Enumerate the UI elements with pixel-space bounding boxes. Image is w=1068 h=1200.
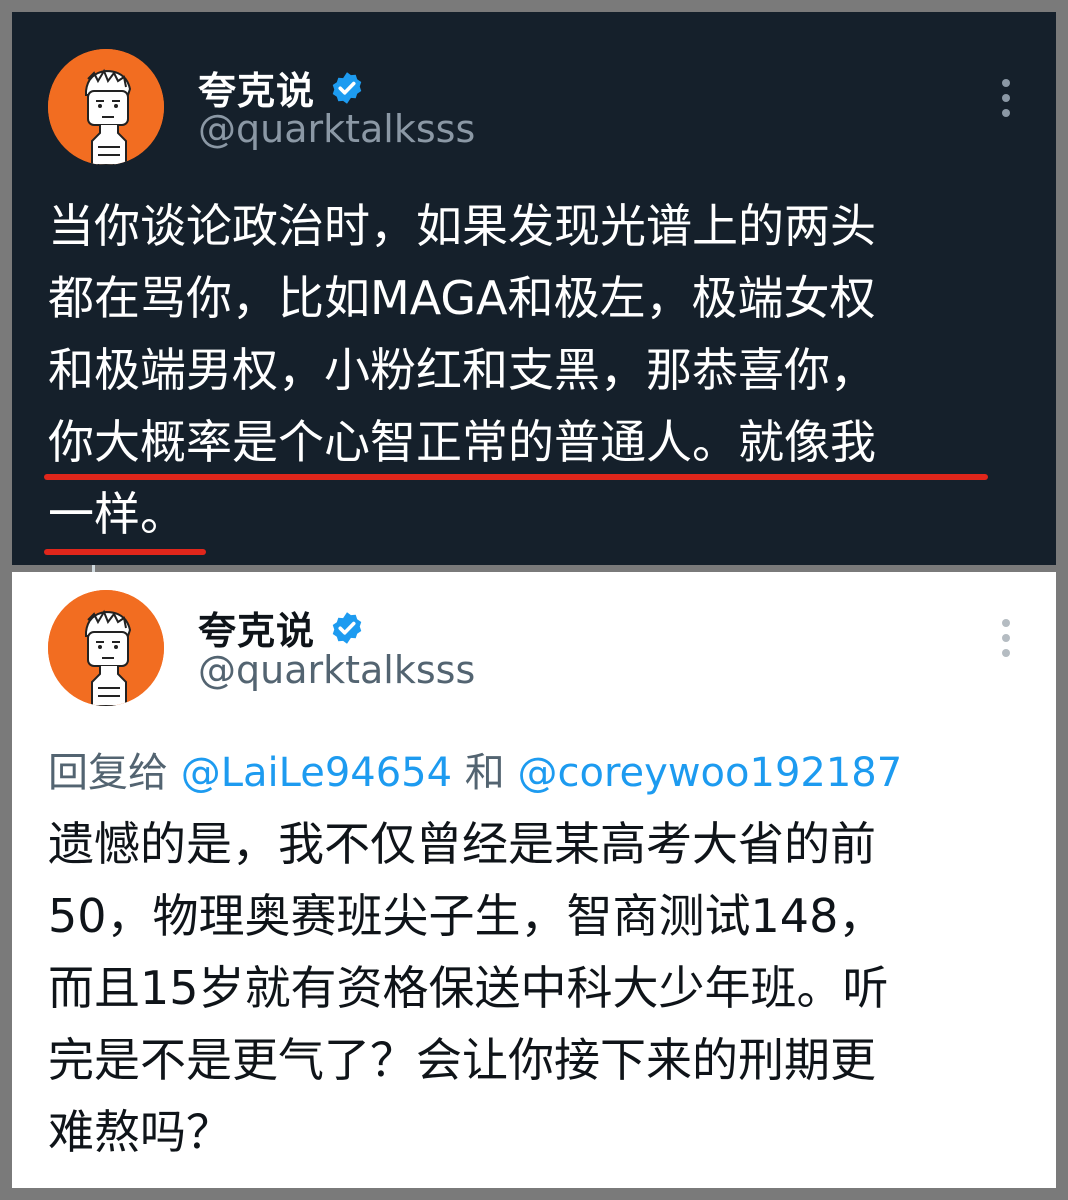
tweet-line: 完是不是更气了？会让你接下来的刑期更 [48,1033,876,1087]
tweet-line: 难熬吗？ [48,1105,232,1159]
reply-prefix: 回复给 [48,750,168,796]
tweet-line: 遗憾的是，我不仅曾经是某高考大省的前 [48,817,876,871]
more-options-icon[interactable] [1002,79,1012,117]
tweet-line: 一样。 [48,487,186,541]
tweet-line: 你大概率是个心智正常的普通人。就像我 [48,415,876,469]
verified-badge-icon [329,610,365,646]
author-handle[interactable]: @quarktalksss [198,107,475,151]
verified-badge-icon [329,70,365,106]
tweet-card-light: 夸克说 @quarktalksss 回复给 @LaiLe94654 和 @cor… [12,572,1056,1188]
author-avatar[interactable] [48,49,164,165]
author-name[interactable]: 夸克说 [198,600,315,655]
more-options-icon[interactable] [1002,619,1012,657]
reply-context: 回复给 @LaiLe94654 和 @coreywoo192187 [48,740,902,798]
tweet-line: 50，物理奥赛班尖子生，智商测试148， [48,889,885,943]
tweet-text: 遗憾的是，我不仅曾经是某高考大省的前 50，物理奥赛班尖子生，智商测试148， … [48,808,1008,1168]
mention-link[interactable]: @coreywoo192187 [518,750,903,796]
avatar-illustration [48,49,164,165]
tweet-line: 当你谈论政治时，如果发现光谱上的两头 [48,199,876,253]
thread-connector [92,565,95,572]
tweet-line: 都在骂你，比如MAGA和极左，极端女权 [48,271,876,325]
tweet-line: 而且15岁就有资格保送中科大少年班。听 [48,961,889,1015]
tweet-card-dark: 夸克说 @quarktalksss 当你谈论政治时，如果发现光谱上的两头 都在骂… [12,12,1056,565]
mention-link[interactable]: @LaiLe94654 [181,750,452,796]
tweet-text: 当你谈论政治时，如果发现光谱上的两头 都在骂你，比如MAGA和极左，极端女权 和… [48,190,1008,550]
reply-joiner: 和 [464,750,505,796]
avatar-illustration [48,590,164,706]
author-avatar[interactable] [48,590,164,706]
highlight-underline [44,549,206,555]
tweet-line: 和极端男权，小粉红和支黑，那恭喜你， [48,343,876,397]
author-handle[interactable]: @quarktalksss [198,648,475,692]
highlight-underline [44,474,988,480]
